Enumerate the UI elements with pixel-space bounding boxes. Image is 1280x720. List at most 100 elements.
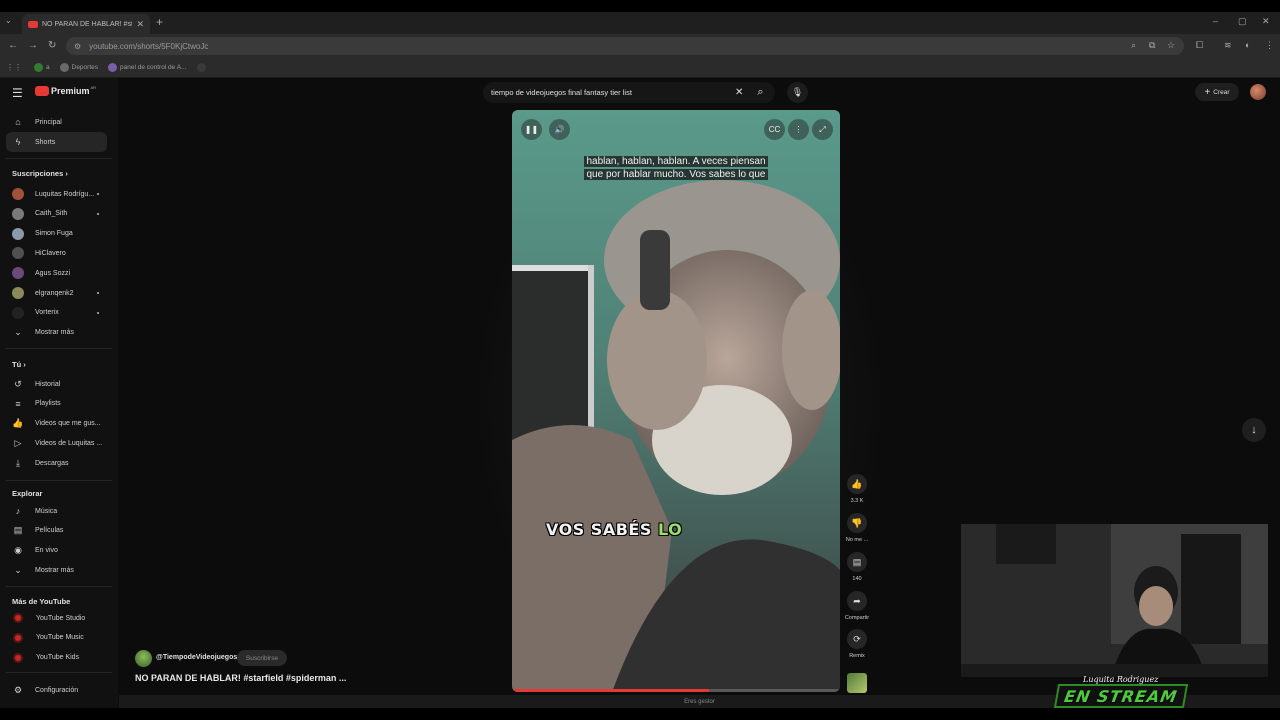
sidebar-item-youtube-app[interactable]: YouTube Music xyxy=(6,628,107,648)
new-tab-icon[interactable]: + xyxy=(156,15,163,29)
sidebar-item-subscription[interactable]: Agus Sozzi xyxy=(6,263,107,283)
sidebar-show-more[interactable]: ⌄ Mostrar más xyxy=(6,560,107,580)
reload-icon[interactable]: ↻ xyxy=(48,40,56,51)
history-icon: ↺ xyxy=(14,378,22,389)
bookmark-item[interactable] xyxy=(196,63,209,72)
profile-icon[interactable]: ◐ xyxy=(1245,40,1250,50)
channel-avatar xyxy=(12,188,24,200)
voice-search-icon[interactable]: 🎙 xyxy=(787,82,808,103)
sidebar-show-more[interactable]: ⌄ Mostrar más xyxy=(6,322,107,342)
sidebar-item-shorts[interactable]: ϟ Shorts xyxy=(6,132,107,152)
you-heading[interactable]: Tú › xyxy=(12,360,26,369)
subscriptions-heading[interactable]: Suscripciones › xyxy=(12,169,68,178)
comments-button[interactable]: ▤ 140 xyxy=(843,552,871,582)
browser-tab[interactable]: NO PARAN DE HABLAR! #starfield ✕ xyxy=(22,14,150,34)
sound-thumbnail[interactable] xyxy=(847,673,867,693)
install-icon[interactable]: ⧉ xyxy=(1149,40,1155,51)
close-window-icon[interactable]: ✕ xyxy=(1262,16,1270,27)
sidebar-item-subscription[interactable]: Vorterix xyxy=(6,303,107,323)
more-options-icon[interactable]: ⋮ xyxy=(788,119,809,140)
sidebar-item-label: Videos que me gus... xyxy=(35,420,101,428)
bookmark-item[interactable]: panel de control de A... xyxy=(108,63,187,72)
minimize-icon[interactable]: – xyxy=(1213,16,1218,26)
apps-icon[interactable]: ⋮⋮ xyxy=(6,63,22,72)
bookmark-item[interactable]: a xyxy=(34,63,50,72)
live-icon: ◉ xyxy=(14,545,22,556)
address-bar[interactable]: ⚙ youtube.com/shorts/5F0KjCtwoJc xyxy=(66,37,1184,55)
volume-icon[interactable]: 🔊 xyxy=(549,119,570,140)
search-icon[interactable]: ⌕ xyxy=(757,86,763,99)
sidebar-item-label: Luquitas Rodrígu... xyxy=(35,190,95,198)
search-box[interactable]: ✕ ⌕ xyxy=(483,82,775,103)
search-input[interactable] xyxy=(491,88,731,97)
thumbs-up-icon: 👍 xyxy=(847,474,867,494)
sidebar-item-label: Playlists xyxy=(35,400,61,408)
back-icon[interactable]: ← xyxy=(8,40,18,51)
sidebar-item-you[interactable]: ↺ Historial xyxy=(6,374,107,394)
remix-icon: ⟳ xyxy=(847,629,867,649)
sidebar-item-you[interactable]: ⤓ Descargas xyxy=(6,453,107,473)
more-from-youtube-heading[interactable]: Más de YouTube xyxy=(12,597,70,606)
home-icon: ⌂ xyxy=(15,117,21,127)
sidebar-item-explore[interactable]: ◉ En vivo xyxy=(6,541,107,561)
media-icon[interactable]: ≋ xyxy=(1224,40,1232,51)
sidebar-item-settings[interactable]: ⚙ Configuración xyxy=(6,680,107,700)
sidebar-item-subscription[interactable]: elgranqenk2 xyxy=(6,283,107,303)
address-bar-row: ← → ↻ ⚙ youtube.com/shorts/5F0KjCtwoJc ⌕… xyxy=(0,34,1280,58)
sidebar-item-subscription[interactable]: HiClavero xyxy=(6,243,107,263)
sidebar-item-subscription[interactable]: Luquitas Rodrígu... xyxy=(6,184,107,204)
create-button[interactable]: + Crear xyxy=(1195,83,1239,101)
tab-search-icon[interactable]: ⌄ xyxy=(5,16,12,25)
sidebar-item-you[interactable]: ≡ Playlists xyxy=(6,394,107,414)
sidebar-item-subscription[interactable]: Simon Fuga xyxy=(6,224,107,244)
sidebar-item-you[interactable]: 👍 Videos que me gus... xyxy=(6,414,107,434)
sidebar-item-subscription[interactable]: Caith_Sith xyxy=(6,204,107,224)
shorts-icon: ϟ xyxy=(15,137,21,147)
captions-icon[interactable]: CC xyxy=(764,119,785,140)
next-short-arrow-icon[interactable]: ↓ xyxy=(1242,418,1266,442)
dislike-button[interactable]: 👎 No me ... xyxy=(843,513,871,543)
short-video-player[interactable]: ❚❚ 🔊 CC ⋮ ⤢ hablan, hablan, hablan. A ve… xyxy=(512,110,840,692)
sidebar-item-label: elgranqenk2 xyxy=(35,289,74,297)
channel-avatar xyxy=(12,306,24,319)
close-tab-icon[interactable]: ✕ xyxy=(136,19,144,30)
clear-search-icon[interactable]: ✕ xyxy=(735,87,743,98)
bookmark-favicon-icon xyxy=(59,63,69,72)
thumbs-down-icon: 👎 xyxy=(847,513,867,533)
movies-icon: ▤ xyxy=(13,525,23,536)
progress-bar[interactable] xyxy=(512,689,840,692)
sidebar-item-explore[interactable]: ▤ Películas xyxy=(6,521,107,541)
like-button[interactable]: 👍 3.3 K xyxy=(843,474,871,504)
sidebar-item-home[interactable]: ⌂ Principal xyxy=(6,112,107,132)
live-indicator xyxy=(97,311,99,314)
bookmark-item[interactable]: Deportes xyxy=(59,63,98,72)
sidebar-item-you[interactable]: ▷ Videos de Luquitas ... xyxy=(6,433,107,453)
sidebar-item-explore[interactable]: ♪ Música xyxy=(6,501,107,521)
subscribe-button[interactable]: Suscribirse xyxy=(237,650,287,666)
channel-avatar[interactable] xyxy=(135,650,152,667)
maximize-icon[interactable]: ▢ xyxy=(1238,16,1247,27)
explore-heading[interactable]: Explorar xyxy=(12,489,42,498)
youtube-logo[interactable]: Premium AR xyxy=(35,85,96,96)
pause-icon[interactable]: ❚❚ xyxy=(521,119,542,140)
hamburger-menu-icon[interactable]: ☰ xyxy=(12,86,23,100)
channel-name[interactable]: @TiempodeVideojuegos xyxy=(156,654,237,661)
youtube-favicon-icon xyxy=(28,20,38,28)
zoom-icon[interactable]: ⌕ xyxy=(1131,40,1136,51)
sidebar-item-youtube-app[interactable]: YouTube Kids xyxy=(6,648,107,668)
site-info-icon[interactable]: ⚙ xyxy=(74,42,81,51)
sidebar-divider xyxy=(6,158,112,159)
share-button[interactable]: ➦ Compartir xyxy=(843,591,871,621)
extensions-icon[interactable]: ⧠ xyxy=(1196,40,1203,51)
url-text: youtube.com/shorts/5F0KjCtwoJc xyxy=(89,41,209,51)
tab-title: NO PARAN DE HABLAR! #starfield xyxy=(42,20,132,28)
forward-icon[interactable]: → xyxy=(28,40,38,51)
fullscreen-icon[interactable]: ⤢ xyxy=(812,119,833,140)
sidebar-item-youtube-app[interactable]: YouTube Studio xyxy=(6,608,107,628)
bookmark-star-icon[interactable]: ☆ xyxy=(1167,40,1175,51)
remix-button[interactable]: ⟳ Remix xyxy=(843,629,871,659)
user-avatar[interactable] xyxy=(1250,84,1266,100)
browser-menu-icon[interactable]: ⋮ xyxy=(1265,40,1274,51)
closed-captions: hablan, hablan, hablan. A veces piensan … xyxy=(584,156,768,180)
short-title[interactable]: NO PARAN DE HABLAR! #starfield #spiderma… xyxy=(135,673,346,683)
